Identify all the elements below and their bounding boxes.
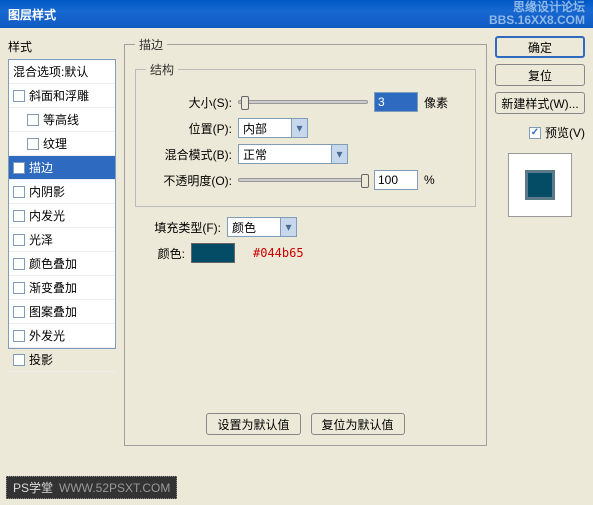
- watermark: 思缘设计论坛 BBS.16XX8.COM: [489, 1, 585, 27]
- blend-options-item[interactable]: 混合选项:默认: [9, 60, 115, 84]
- opacity-input[interactable]: [374, 170, 418, 190]
- checkbox[interactable]: [13, 186, 25, 198]
- style-item-label: 斜面和浮雕: [29, 87, 89, 104]
- filltype-label: 填充类型(F):: [135, 219, 221, 236]
- cancel-button[interactable]: 复位: [495, 64, 585, 86]
- position-label: 位置(P):: [146, 120, 232, 137]
- chevron-down-icon: ▾: [331, 145, 347, 163]
- reset-default-button[interactable]: 复位为默认值: [311, 413, 405, 435]
- checkbox[interactable]: [13, 330, 25, 342]
- opacity-label: 不透明度(O):: [146, 172, 232, 189]
- size-input[interactable]: [374, 92, 418, 112]
- blendmode-combo[interactable]: 正常 ▾: [238, 144, 348, 164]
- position-combo[interactable]: 内部 ▾: [238, 118, 308, 138]
- style-item[interactable]: 等高线: [9, 108, 115, 132]
- chevron-down-icon: ▾: [280, 218, 296, 236]
- preview-swatch: [525, 170, 555, 200]
- structure-group: 结构 大小(S): 像素 位置(P): 内部 ▾ 混合模式(B):: [135, 61, 476, 207]
- style-item[interactable]: 外发光: [9, 324, 115, 348]
- style-item[interactable]: 描边: [9, 156, 115, 180]
- style-item-label: 投影: [29, 351, 53, 368]
- stroke-group: 描边 结构 大小(S): 像素 位置(P): 内部 ▾ 混: [124, 36, 487, 446]
- ok-button[interactable]: 确定: [495, 36, 585, 58]
- style-list: 混合选项:默认 斜面和浮雕等高线纹理描边内阴影内发光光泽颜色叠加渐变叠加图案叠加…: [8, 59, 116, 349]
- checkbox[interactable]: [13, 90, 25, 102]
- opacity-unit: %: [424, 173, 435, 187]
- checkbox[interactable]: [13, 282, 25, 294]
- style-item[interactable]: 渐变叠加: [9, 276, 115, 300]
- preview-checkbox[interactable]: [529, 127, 541, 139]
- style-item-label: 图案叠加: [29, 303, 77, 320]
- style-item-label: 渐变叠加: [29, 279, 77, 296]
- style-item[interactable]: 光泽: [9, 228, 115, 252]
- style-item-label: 纹理: [43, 135, 67, 152]
- opacity-slider[interactable]: [238, 178, 368, 182]
- stroke-legend: 描边: [135, 36, 167, 53]
- style-item[interactable]: 图案叠加: [9, 300, 115, 324]
- style-item-label: 内发光: [29, 207, 65, 224]
- structure-legend: 结构: [146, 61, 178, 78]
- style-item-label: 颜色叠加: [29, 255, 77, 272]
- style-item-label: 等高线: [43, 111, 79, 128]
- style-item[interactable]: 颜色叠加: [9, 252, 115, 276]
- style-item[interactable]: 投影: [9, 348, 115, 372]
- window-title: 图层样式: [8, 6, 56, 23]
- style-item-label: 内阴影: [29, 183, 65, 200]
- footer-watermark: PS学堂WWW.52PSXT.COM: [6, 476, 177, 499]
- style-item[interactable]: 内阴影: [9, 180, 115, 204]
- style-item[interactable]: 纹理: [9, 132, 115, 156]
- color-hex: #044b65: [253, 246, 304, 260]
- style-item-label: 描边: [29, 159, 53, 176]
- filltype-combo[interactable]: 颜色 ▾: [227, 217, 297, 237]
- size-unit: 像素: [424, 94, 448, 111]
- checkbox[interactable]: [27, 114, 39, 126]
- size-slider[interactable]: [238, 100, 368, 104]
- checkbox[interactable]: [13, 210, 25, 222]
- checkbox[interactable]: [13, 162, 25, 174]
- size-label: 大小(S):: [146, 94, 232, 111]
- new-style-button[interactable]: 新建样式(W)...: [495, 92, 585, 114]
- blendmode-label: 混合模式(B):: [146, 146, 232, 163]
- set-default-button[interactable]: 设置为默认值: [206, 413, 300, 435]
- style-item-label: 外发光: [29, 327, 65, 344]
- style-item[interactable]: 斜面和浮雕: [9, 84, 115, 108]
- color-swatch[interactable]: [191, 243, 235, 263]
- style-item-label: 光泽: [29, 231, 53, 248]
- preview-box: [508, 153, 572, 217]
- checkbox[interactable]: [13, 258, 25, 270]
- checkbox[interactable]: [27, 138, 39, 150]
- chevron-down-icon: ▾: [291, 119, 307, 137]
- checkbox[interactable]: [13, 234, 25, 246]
- checkbox[interactable]: [13, 306, 25, 318]
- color-label: 颜色:: [135, 245, 185, 262]
- styles-header: 样式: [8, 36, 116, 57]
- preview-label: 预览(V): [545, 124, 585, 141]
- checkbox[interactable]: [13, 354, 25, 366]
- style-item[interactable]: 内发光: [9, 204, 115, 228]
- titlebar: 图层样式 思缘设计论坛 BBS.16XX8.COM: [0, 0, 593, 28]
